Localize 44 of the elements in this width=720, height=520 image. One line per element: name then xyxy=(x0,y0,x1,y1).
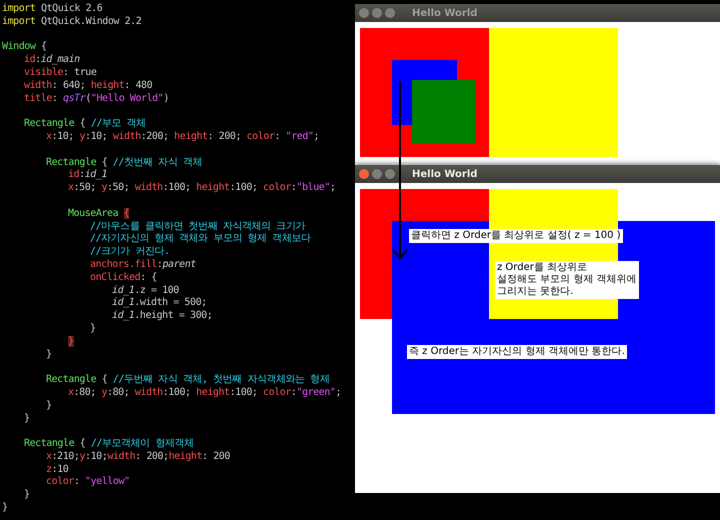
code-line: Rectangle { //부모 객체 xyxy=(24,118,146,131)
code-line: } xyxy=(90,322,96,336)
annotation-label: 즉 z Order는 자기자신의 형제 객체에만 통한다. xyxy=(407,345,627,359)
code-line: color: "yellow" xyxy=(46,476,130,490)
code-line: //마우스를 클릭하면 첫번째 자식객체의 크기가 xyxy=(90,220,305,234)
code-line: } xyxy=(46,348,52,362)
annotation-label: 클릭하면 z Order를 최상위로 설정( z = 100 ) xyxy=(409,229,623,243)
code-line: id:id_1 xyxy=(68,169,108,182)
close-button[interactable] xyxy=(359,8,369,18)
code-line: x:50; y:50; width:100; height:100; color:"blue"; xyxy=(68,182,336,195)
code-line: import QtQuick.Window 2.2 xyxy=(2,16,142,29)
code-line: width: 640; height: 480 xyxy=(24,80,152,93)
code-line: } xyxy=(46,400,52,412)
annotation-label: z Order를 최상위로 설정해도 부모의 형제 객체위에 그리지는 못한다. xyxy=(495,261,639,299)
code-line: x:10; y:10; width:200; height: 200; color: "red"; xyxy=(46,130,320,144)
code-line: Rectangle { //부모객체이 형제객체 xyxy=(24,438,194,451)
code-line: z:10 xyxy=(46,464,68,476)
code-line: x:80; y:80; width:100; height:100; color:"green"; xyxy=(68,386,342,400)
maximize-button[interactable] xyxy=(385,169,395,179)
window-title: Hello World xyxy=(412,168,478,180)
code-line: visible: true xyxy=(24,66,96,80)
code-line: //자기자신의 형제 객체와 부모의 형제 객체보다 xyxy=(90,233,310,246)
code-line: MouseArea { xyxy=(68,208,130,221)
code-line: id_1.z = 100 xyxy=(112,284,179,297)
code-line: } xyxy=(24,489,30,502)
code-line: onClicked: { xyxy=(90,272,157,285)
maximize-button[interactable] xyxy=(385,8,395,18)
code-line: x:210;y:10;width: 200;height: 200 xyxy=(46,450,230,464)
code-line: } xyxy=(24,412,30,426)
minimize-button[interactable] xyxy=(372,8,382,18)
code-line: id_1.height = 300; xyxy=(112,310,212,323)
code-line: id_1.width = 500; xyxy=(112,297,207,310)
window-title: Hello World xyxy=(412,8,478,18)
code-line: //크기가 커진다. xyxy=(90,246,170,259)
code-line: id:id_main xyxy=(24,54,80,67)
code-line: anchors.fill:parent xyxy=(90,258,196,272)
code-line: import QtQuick 2.6 xyxy=(2,3,102,16)
close-button[interactable] xyxy=(359,169,369,179)
minimize-button[interactable] xyxy=(372,169,382,179)
code-line: title: qsTr("Hello World") xyxy=(24,92,169,106)
code-line: } xyxy=(2,502,8,515)
code-line: Rectangle { //두번째 자식 객체, 첫번째 자식객체와는 형제 xyxy=(46,374,330,387)
code-line: Rectangle { //첫번째 자식 객체 xyxy=(46,156,202,169)
code-line: Window { xyxy=(2,41,47,54)
